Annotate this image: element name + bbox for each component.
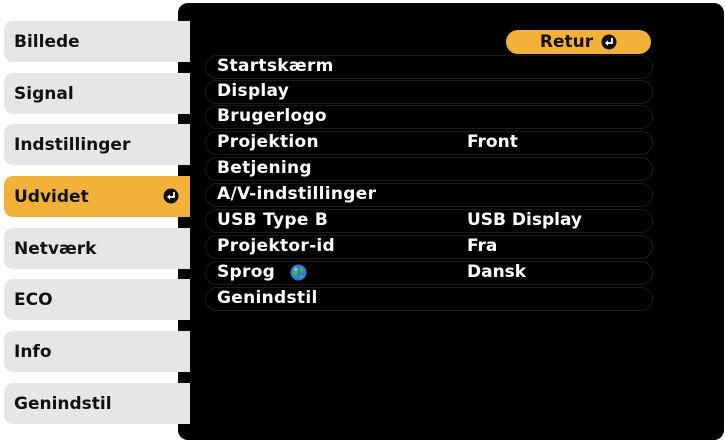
tab-label: Billede [14,31,80,52]
enter-icon [163,188,179,204]
menu-item-sprog[interactable]: Sprog Dansk [205,261,653,285]
tab-info[interactable]: Info [4,331,190,372]
menu-item-value: Dansk [467,262,527,282]
return-button-label: Retur [539,32,594,52]
tab-billede[interactable]: Billede [4,21,190,62]
menu-item-label: Projektion [217,132,319,152]
tab-separator [178,320,194,330]
tab-label: ECO [14,289,53,310]
tab-udvidet[interactable]: Udvidet [4,176,190,217]
tab-separator [178,269,194,279]
menu-item-projektion[interactable]: Projektion Front [205,131,653,155]
projector-menu: Billede Signal Indstillinger Udvidet Net… [0,0,725,441]
menu-item-av-indstillinger[interactable]: A/V-indstillinger [205,183,653,207]
tab-signal[interactable]: Signal [4,73,190,114]
menu-item-value: Fra [467,236,498,256]
menu-item-label: Betjening [217,158,312,178]
tab-separator [178,62,194,72]
menu-item-startskaerm[interactable]: Startskærm [205,55,653,79]
menu-item-label: Brugerlogo [217,106,327,126]
menu-item-display[interactable]: Display [205,80,653,104]
tab-label: Signal [14,83,74,104]
tab-separator [178,217,194,227]
menu-item-label: Genindstil [217,288,318,308]
menu-item-label: Startskærm [217,56,334,76]
tab-label: Genindstil [14,393,112,414]
return-button[interactable]: Retur [506,30,651,54]
globe-icon [290,264,307,281]
tab-genindstil[interactable]: Genindstil [4,383,190,424]
menu-item-betjening[interactable]: Betjening [205,157,653,181]
menu-item-label: USB Type B [217,210,329,230]
tab-label: Netværk [14,238,97,259]
menu-item-projektor-id[interactable]: Projektor-id Fra [205,235,653,259]
tab-label: Info [14,341,52,362]
tab-separator [178,165,194,175]
tab-separator [178,114,194,124]
tab-label: Udvidet [14,186,89,207]
tab-label: Indstillinger [14,134,131,155]
menu-item-value: Front [467,132,518,152]
tab-indstillinger[interactable]: Indstillinger [4,124,190,165]
tab-eco[interactable]: ECO [4,279,190,320]
menu-item-label: Display [217,81,290,101]
menu-item-label: A/V-indstillinger [217,184,377,204]
tab-netvaerk[interactable]: Netværk [4,228,190,269]
menu-item-label: Sprog [217,262,276,282]
menu-item-label: Projektor-id [217,236,336,256]
tab-separator [178,372,194,382]
menu-item-value: USB Display [467,210,583,230]
menu-item-genindstil[interactable]: Genindstil [205,287,653,311]
menu-item-brugerlogo[interactable]: Brugerlogo [205,105,653,129]
enter-icon [601,34,617,50]
menu-item-usb-type-b[interactable]: USB Type B USB Display [205,209,653,233]
